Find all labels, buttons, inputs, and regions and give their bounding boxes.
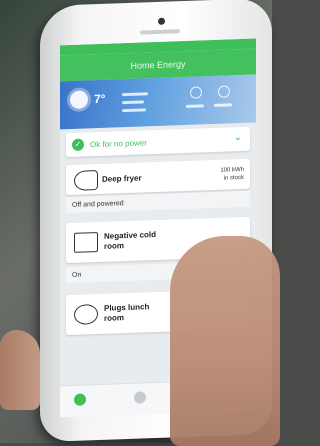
card-label: Plugs lunch room (104, 302, 150, 323)
finger (0, 330, 40, 410)
usage-readout: 100 kWh in stock (220, 167, 244, 183)
chevron-down-icon[interactable]: ⌄ (234, 132, 242, 143)
hand (170, 236, 280, 446)
weather-detail-line (122, 92, 148, 97)
sun-icon (70, 90, 88, 110)
front-camera (158, 17, 165, 25)
weather-icon (218, 85, 230, 98)
weather-detail-line (214, 103, 232, 107)
check-icon: ✓ (72, 138, 84, 151)
card-label: Ok for no power (90, 138, 147, 150)
alert-card[interactable]: ✓ Ok for no power ⌄ (66, 126, 250, 158)
usage-subtext: in stock (223, 174, 244, 182)
fryer-icon (74, 170, 98, 191)
weather-detail-line (122, 100, 144, 105)
card-label: Deep fryer (102, 173, 142, 184)
weather-panel: 7° (60, 74, 256, 130)
weather-detail-line (186, 104, 204, 108)
device-card-fryer[interactable]: Deep fryer 100 kWh in stock (66, 158, 250, 196)
weather-icon (190, 86, 202, 99)
home-tab-icon[interactable] (74, 393, 86, 406)
app-title: Home Energy (130, 58, 186, 71)
earpiece-speaker (140, 29, 180, 35)
temperature: 7° (94, 91, 106, 107)
tab-icon[interactable] (134, 391, 146, 404)
weather-detail-line (122, 108, 146, 113)
plug-icon (74, 304, 98, 325)
card-label: Negative cold room (104, 229, 157, 251)
cold-room-icon (74, 232, 98, 253)
